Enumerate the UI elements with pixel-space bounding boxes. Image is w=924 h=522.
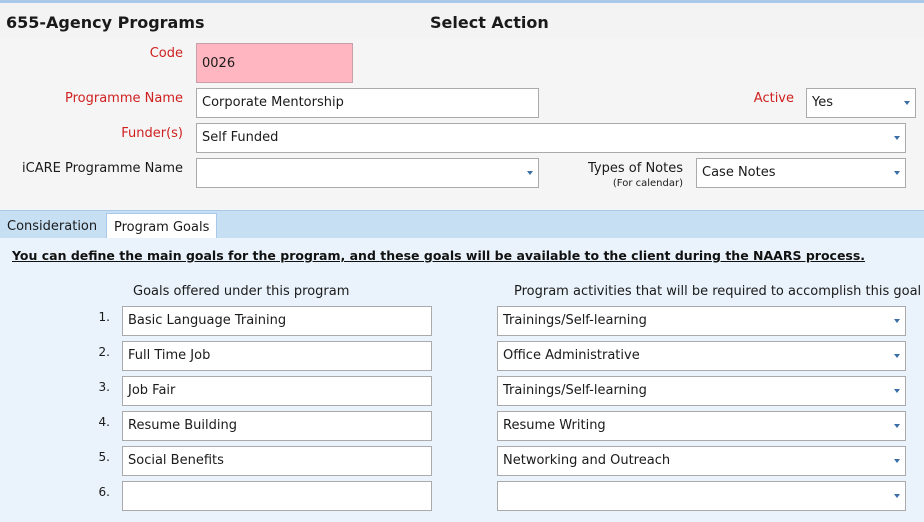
- activity-dropdown[interactable]: Resume Writing: [497, 411, 906, 441]
- chevron-down-icon: [904, 101, 910, 105]
- goal-value: Full Time Job: [128, 348, 211, 363]
- programme-name-value: Corporate Mentorship: [202, 95, 344, 110]
- row-number: 2.: [98, 345, 110, 359]
- goal-value: Resume Building: [128, 418, 237, 433]
- activity-value: Office Administrative: [503, 348, 640, 363]
- goal-value: Social Benefits: [128, 453, 224, 468]
- notes-type-label: Types of Notes: [588, 161, 683, 176]
- select-action-menu[interactable]: Select Action: [430, 13, 549, 32]
- icare-programme-dropdown[interactable]: [196, 158, 539, 188]
- activity-value: Trainings/Self-learning: [503, 313, 647, 328]
- row-number: 3.: [98, 380, 110, 394]
- activity-dropdown[interactable]: Trainings/Self-learning: [497, 376, 906, 406]
- programme-name-field[interactable]: Corporate Mentorship: [196, 88, 539, 118]
- goal-field[interactable]: Job Fair: [122, 376, 432, 406]
- goal-field[interactable]: Resume Building: [122, 411, 432, 441]
- programme-form: Code 0026 Programme Name Corporate Mento…: [0, 38, 924, 210]
- chevron-down-icon: [894, 389, 900, 393]
- chevron-down-icon: [894, 494, 900, 498]
- activity-dropdown[interactable]: Trainings/Self-learning: [497, 306, 906, 336]
- notes-type-sublabel: (For calendar): [612, 178, 683, 189]
- activity-dropdown[interactable]: Office Administrative: [497, 341, 906, 371]
- chevron-down-icon: [894, 424, 900, 428]
- chevron-down-icon: [894, 319, 900, 323]
- row-number: 5.: [98, 450, 110, 464]
- funders-dropdown[interactable]: Self Funded: [196, 123, 906, 153]
- goal-field[interactable]: Full Time Job: [122, 341, 432, 371]
- activity-dropdown[interactable]: Networking and Outreach: [497, 446, 906, 476]
- funders-label: Funder(s): [121, 126, 183, 141]
- active-value: Yes: [812, 95, 833, 110]
- chevron-down-icon: [894, 136, 900, 140]
- tab-bar: Consideration Program Goals: [0, 210, 924, 239]
- active-label: Active: [753, 91, 794, 106]
- programme-name-label: Programme Name: [65, 91, 183, 106]
- icare-programme-label: iCARE Programme Name: [22, 161, 183, 176]
- goal-field[interactable]: Basic Language Training: [122, 306, 432, 336]
- activity-dropdown[interactable]: [497, 481, 906, 511]
- goal-field[interactable]: Social Benefits: [122, 446, 432, 476]
- chevron-down-icon: [527, 171, 533, 175]
- tab-consideration[interactable]: Consideration: [0, 213, 104, 239]
- goal-value: Basic Language Training: [128, 313, 287, 328]
- notes-type-value: Case Notes: [702, 165, 776, 180]
- notes-type-dropdown[interactable]: Case Notes: [696, 158, 906, 188]
- header-bar: 655-Agency Programs Select Action: [0, 3, 924, 38]
- activity-value: Networking and Outreach: [503, 453, 671, 468]
- chevron-down-icon: [894, 354, 900, 358]
- program-goals-panel: You can define the main goals for the pr…: [0, 238, 924, 522]
- goals-intro-text: You can define the main goals for the pr…: [12, 248, 866, 263]
- tab-program-goals[interactable]: Program Goals: [106, 213, 218, 239]
- row-number: 4.: [98, 415, 110, 429]
- code-value: 0026: [202, 56, 236, 71]
- chevron-down-icon: [894, 171, 900, 175]
- active-dropdown[interactable]: Yes: [806, 88, 916, 118]
- activities-column-header: Program activities that will be required…: [514, 284, 922, 299]
- goals-column-header: Goals offered under this program: [133, 284, 350, 299]
- app-title: 655-Agency Programs: [6, 13, 205, 32]
- goal-value: Job Fair: [128, 383, 176, 398]
- goal-field[interactable]: [122, 481, 432, 511]
- activity-value: Trainings/Self-learning: [503, 383, 647, 398]
- chevron-down-icon: [894, 459, 900, 463]
- row-number: 6.: [98, 485, 110, 499]
- code-field[interactable]: 0026: [196, 43, 353, 83]
- code-label: Code: [149, 46, 183, 61]
- row-number: 1.: [98, 310, 110, 324]
- activity-value: Resume Writing: [503, 418, 606, 433]
- funders-value: Self Funded: [202, 130, 279, 145]
